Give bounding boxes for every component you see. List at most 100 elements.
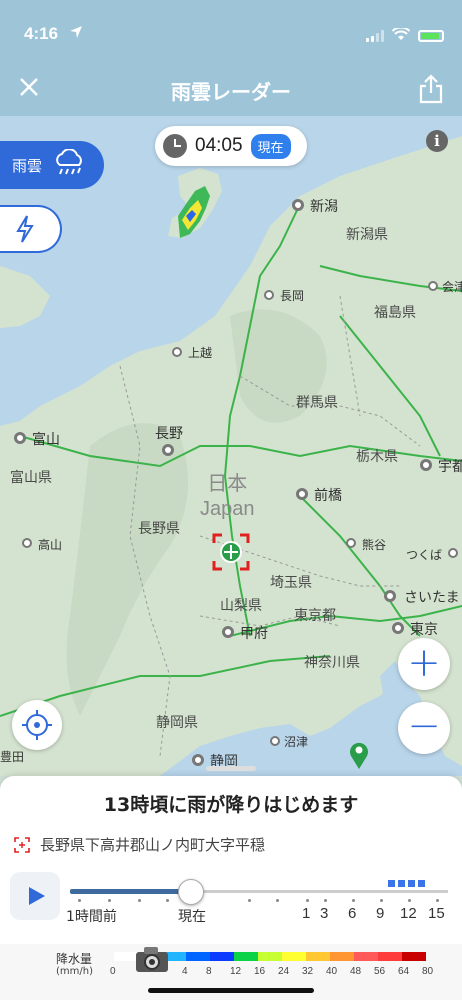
legend-swatch — [330, 952, 354, 961]
legend-value: 40 — [326, 966, 338, 977]
legend-value: 24 — [278, 966, 290, 977]
legend-swatch — [282, 952, 306, 961]
signal-icon — [366, 29, 384, 42]
home-indicator — [148, 988, 314, 993]
legend-swatch — [402, 952, 426, 961]
status-bar: 4:16 — [0, 0, 462, 66]
city-label: 宇都 — [438, 459, 462, 475]
prefecture-label: 埼玉県 — [270, 575, 312, 591]
city-label: 上越 — [188, 346, 213, 360]
timeline-hour: 3 — [320, 905, 329, 922]
city-label: 会津 — [442, 280, 462, 294]
prefecture-label: 新潟県 — [346, 227, 388, 243]
city-dot — [296, 488, 308, 500]
info-button[interactable]: i — [426, 130, 448, 152]
status-icons — [366, 26, 444, 45]
timeline-thumb[interactable] — [177, 879, 204, 905]
city-label: 豊田 — [0, 750, 25, 764]
sheet-grabber[interactable] — [206, 766, 256, 771]
share-icon — [419, 74, 443, 104]
rain-layer-button[interactable]: 雨雲 — [0, 141, 104, 189]
legend-value: 4 — [182, 966, 188, 977]
prefecture-label: 神奈川県 — [304, 655, 360, 671]
city-dot — [428, 281, 438, 291]
tick — [108, 899, 111, 902]
prefecture-label: 富山県 — [10, 470, 52, 486]
prefecture-label: 東京都 — [294, 608, 336, 624]
prefecture-label: 栃木県 — [356, 449, 398, 465]
timeline-before-label: 1時間前 — [66, 909, 117, 925]
zoom-in-button[interactable]: + — [398, 638, 450, 690]
city-dot — [14, 432, 26, 444]
lightning-layer-button[interactable] — [0, 205, 62, 253]
tick — [324, 899, 327, 902]
now-badge: 現在 — [250, 133, 291, 159]
city-dot — [392, 622, 404, 634]
city-label: 長岡 — [280, 289, 305, 303]
legend-value: 56 — [374, 966, 386, 977]
legend-value: 8 — [206, 966, 212, 977]
city-dot — [420, 459, 432, 471]
locate-button[interactable] — [12, 700, 62, 750]
legend-swatch — [306, 952, 330, 961]
tick — [352, 899, 355, 902]
target-icon — [14, 836, 30, 853]
city-dot — [162, 444, 174, 456]
city-label: 東京 — [410, 622, 438, 638]
prefecture-label: 群馬県 — [296, 395, 338, 411]
prefecture-label: 長野県 — [138, 521, 180, 537]
timeline-now-label: 現在 — [178, 909, 206, 925]
city-dot — [270, 736, 280, 746]
play-button[interactable] — [10, 872, 60, 920]
current-location-pin — [212, 533, 250, 571]
legend-value: 0 — [110, 966, 116, 977]
legend-value: 64 — [398, 966, 410, 977]
tick — [138, 899, 141, 902]
tick — [306, 899, 309, 902]
clock-icon — [163, 134, 187, 158]
city-dot — [448, 548, 458, 558]
legend-swatch — [354, 952, 378, 961]
location-row: 長野県下高井郡山ノ内町大字平穏 — [14, 834, 265, 855]
legend-value: 48 — [350, 966, 362, 977]
city-label: 高山 — [38, 538, 63, 552]
prefecture-label: 福島県 — [374, 305, 416, 321]
city-label: 沼津 — [284, 735, 309, 749]
lightning-icon — [16, 215, 34, 243]
current-time: 04:05 — [195, 135, 243, 156]
page-title: 雨雲レーダー — [171, 80, 291, 104]
legend-value: 12 — [230, 966, 242, 977]
time-indicator: 04:05 現在 — [155, 126, 307, 166]
radar-map[interactable]: 新潟 会津 長岡 上越 富山 長野 前橋 宇都 高山 熊谷 つくば さいたま 甲… — [0, 116, 462, 776]
tick — [248, 899, 251, 902]
timeline-hour: 1 — [302, 905, 311, 922]
battery-icon — [418, 29, 444, 42]
city-dot — [22, 538, 32, 548]
city-label: 熊谷 — [362, 538, 387, 552]
legend-value: 80 — [422, 966, 434, 977]
city-dot — [222, 626, 234, 638]
zoom-out-button[interactable]: − — [398, 702, 450, 754]
legend-swatch — [258, 952, 282, 961]
city-label: 甲府 — [240, 626, 268, 642]
tick — [436, 899, 439, 902]
crosshair-icon — [22, 710, 52, 740]
legend-swatch — [186, 952, 210, 961]
city-label: 新潟 — [310, 199, 338, 215]
share-button[interactable] — [418, 74, 446, 104]
city-dot — [264, 290, 274, 300]
country-label: 日本 Japan — [200, 471, 255, 520]
legend-value: 32 — [302, 966, 314, 977]
city-label: つくば — [406, 548, 443, 562]
camera-icon — [132, 944, 174, 976]
timeline-hour: 12 — [400, 905, 417, 922]
city-label: さいたま — [404, 590, 460, 606]
target-pin-icon — [212, 533, 250, 571]
city-dot — [384, 590, 396, 602]
timeline-hour: 15 — [428, 905, 445, 922]
city-label: 長野 — [155, 426, 183, 442]
forecast-message: 13時頃に雨が降りはじめます — [103, 794, 359, 816]
rain-label: 雨雲 — [12, 156, 43, 175]
legend-title: 降水量 — [56, 952, 93, 966]
timeline-progress — [70, 889, 191, 894]
